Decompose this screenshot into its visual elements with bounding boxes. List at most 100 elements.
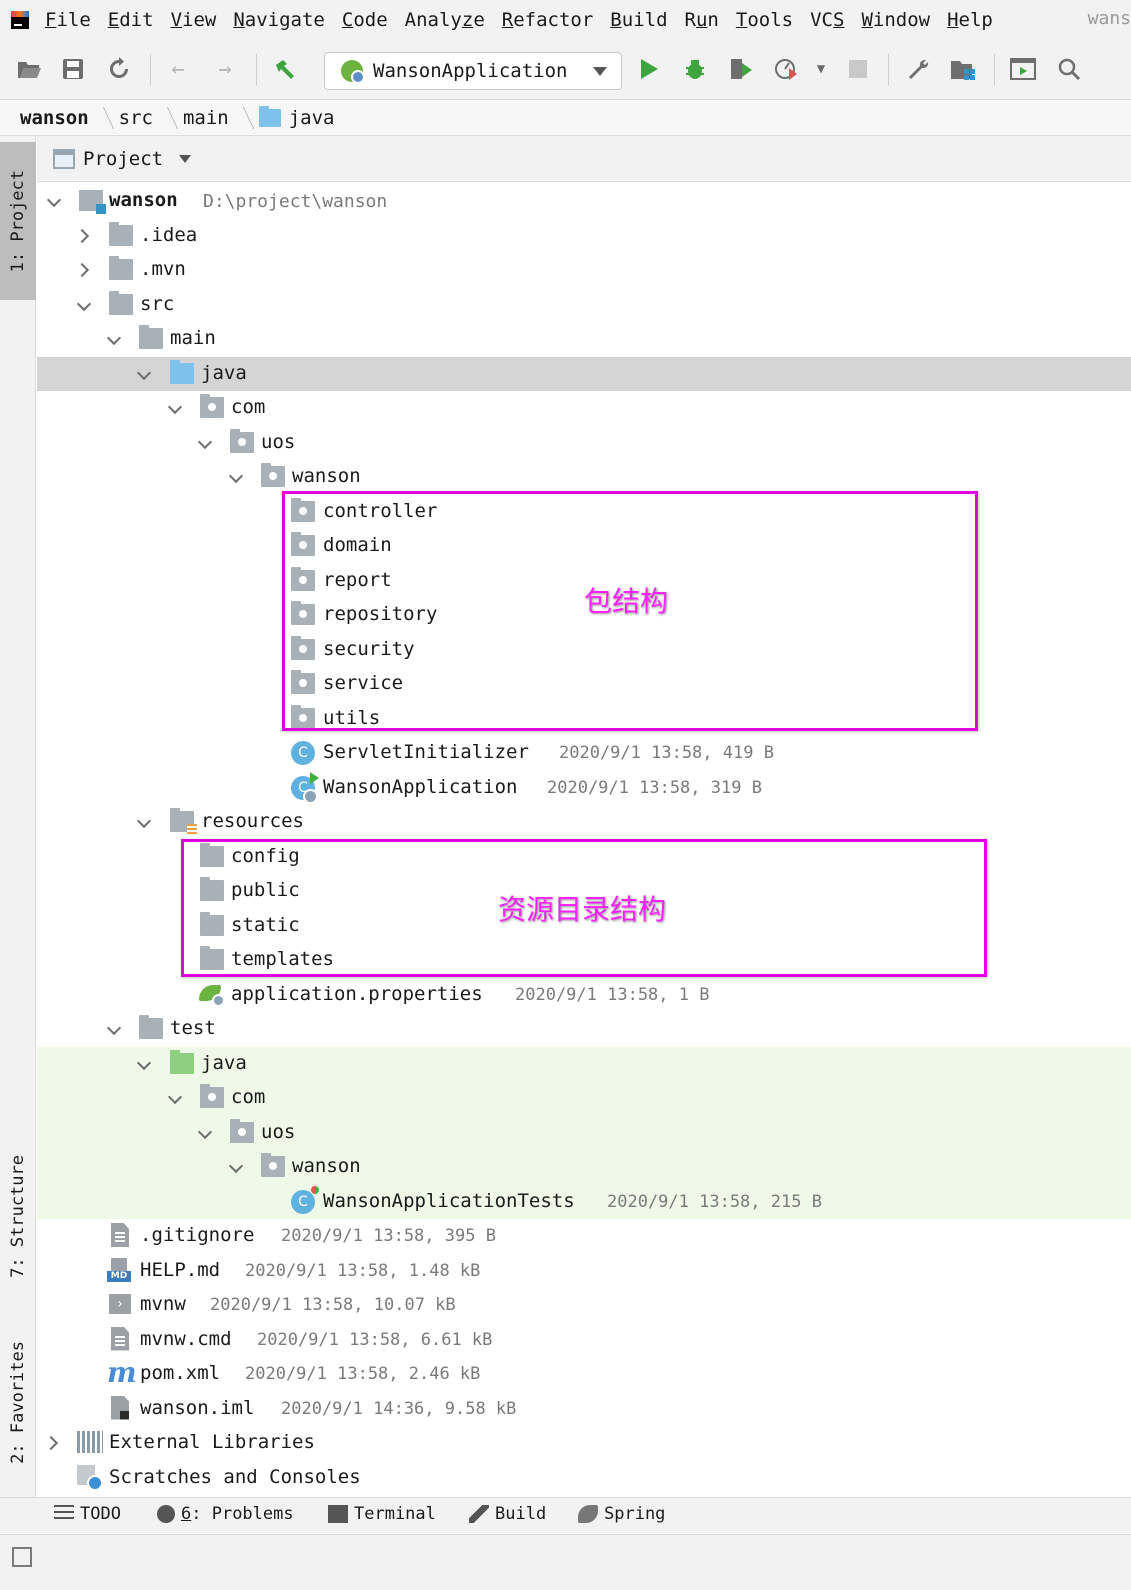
- profile-icon[interactable]: [772, 54, 802, 84]
- menu-vcs[interactable]: VCS: [810, 9, 844, 31]
- tree-row-file[interactable]: MD HELP.md 2020/9/1 13:58, 1.48 kB: [37, 1254, 1131, 1289]
- tree-row-scratches[interactable]: Scratches and Consoles: [37, 1461, 1131, 1496]
- expanded-arrow-icon[interactable]: [108, 1023, 120, 1035]
- collapsed-arrow-icon[interactable]: [46, 1437, 58, 1449]
- project-view-icon: [53, 148, 75, 169]
- back-icon[interactable]: ←: [163, 54, 193, 84]
- spring-boot-application-icon: C: [291, 771, 319, 804]
- menu-view[interactable]: View: [171, 9, 217, 31]
- tab-favorites[interactable]: 2: Favorites: [0, 1322, 36, 1482]
- project-panel-header[interactable]: Project: [37, 136, 1131, 182]
- tab-todo[interactable]: TODO: [54, 1504, 121, 1524]
- tree-row-tests-class[interactable]: C WansonApplicationTests 2020/9/1 13:58,…: [37, 1184, 1131, 1219]
- tab-terminal[interactable]: Terminal: [328, 1504, 436, 1524]
- menu-tools[interactable]: Tools: [736, 9, 793, 31]
- tree-row-test-uos[interactable]: uos: [37, 1115, 1131, 1150]
- tree-row-external-libraries[interactable]: External Libraries: [37, 1426, 1131, 1461]
- forward-icon[interactable]: →: [210, 54, 240, 84]
- tree-row-file[interactable]: m pom.xml 2020/9/1 13:58, 2.46 kB: [37, 1357, 1131, 1392]
- project-structure-icon[interactable]: [949, 54, 979, 84]
- breadcrumb-item-java[interactable]: java: [258, 105, 335, 129]
- save-icon[interactable]: [58, 54, 88, 84]
- breadcrumb-item-main[interactable]: main: [183, 107, 229, 129]
- tree-row-wanson-application[interactable]: C WansonApplication 2020/9/1 13:58, 319 …: [37, 771, 1131, 806]
- expanded-arrow-icon[interactable]: [169, 402, 181, 414]
- menu-help[interactable]: Help: [947, 9, 993, 31]
- tab-project[interactable]: 1: Project: [0, 142, 36, 300]
- tree-row-application-properties[interactable]: application.properties 2020/9/1 13:58, 1…: [37, 978, 1131, 1013]
- expanded-arrow-icon[interactable]: [230, 471, 242, 483]
- coverage-icon[interactable]: [726, 54, 756, 84]
- tree-row-file[interactable]: wanson.iml 2020/9/1 14:36, 9.58 kB: [37, 1392, 1131, 1427]
- search-icon[interactable]: [1054, 54, 1084, 84]
- expanded-arrow-icon[interactable]: [230, 1161, 242, 1173]
- tree-row-test[interactable]: test: [37, 1012, 1131, 1047]
- run-icon[interactable]: [634, 54, 664, 84]
- tree-row-root[interactable]: wanson D:\project\wanson: [37, 184, 1131, 219]
- collapsed-arrow-icon[interactable]: [77, 264, 89, 276]
- tree-row-main[interactable]: main: [37, 322, 1131, 357]
- settings-icon[interactable]: [903, 54, 933, 84]
- menu-refactor[interactable]: Refactor: [502, 9, 594, 31]
- tree-row-servlet-initializer[interactable]: C ServletInitializer 2020/9/1 13:58, 419…: [37, 736, 1131, 771]
- expanded-arrow-icon[interactable]: [199, 437, 211, 449]
- chevron-down-icon[interactable]: ▼: [806, 54, 836, 84]
- menu-build[interactable]: Build: [610, 9, 667, 31]
- build-hammer-icon[interactable]: [270, 54, 300, 84]
- tab-structure[interactable]: 7: Structure: [0, 1136, 36, 1296]
- tree-row-test-java[interactable]: java: [37, 1046, 1131, 1081]
- tree-row-file[interactable]: .gitignore 2020/9/1 13:58, 395 B: [37, 1219, 1131, 1254]
- tree-row-src[interactable]: src: [37, 288, 1131, 323]
- run-configuration-selector[interactable]: WansonApplication: [324, 52, 622, 90]
- tree-row-wanson-package[interactable]: wanson: [37, 460, 1131, 495]
- menu-edit[interactable]: Edit: [108, 9, 154, 31]
- collapsed-arrow-icon[interactable]: [77, 230, 89, 242]
- tree-row-java[interactable]: java: [37, 356, 1131, 391]
- tree-row-uos[interactable]: uos: [37, 426, 1131, 461]
- tab-spring[interactable]: Spring: [578, 1504, 665, 1524]
- expanded-arrow-icon[interactable]: [199, 1127, 211, 1139]
- menu-code[interactable]: Code: [342, 9, 388, 31]
- menu-run[interactable]: Run: [685, 9, 719, 31]
- menu-analyze[interactable]: Analyze: [405, 9, 485, 31]
- toolbar-separator: [150, 54, 151, 86]
- expanded-arrow-icon[interactable]: [138, 1058, 150, 1070]
- chevron-down-icon[interactable]: [179, 154, 192, 163]
- expanded-arrow-icon[interactable]: [108, 333, 120, 345]
- source-folder-icon: [258, 105, 281, 127]
- toolbar-separator: [256, 54, 257, 86]
- presentation-icon[interactable]: [1008, 54, 1038, 84]
- open-icon[interactable]: [14, 54, 44, 84]
- menu-navigate[interactable]: Navigate: [233, 9, 325, 31]
- package-structure-label: 包结构: [584, 585, 669, 618]
- breadcrumb-item-wanson[interactable]: wanson: [20, 107, 89, 129]
- tree-row-mvn[interactable]: .mvn: [37, 253, 1131, 288]
- expanded-arrow-icon[interactable]: [138, 368, 150, 380]
- intellij-logo-icon: [11, 11, 29, 29]
- tree-row-file[interactable]: mvnw.cmd 2020/9/1 13:58, 6.61 kB: [37, 1323, 1131, 1358]
- debug-icon[interactable]: [680, 54, 710, 84]
- menu-file[interactable]: File: [45, 9, 91, 31]
- folder-icon: [139, 325, 163, 349]
- run-configuration-label: WansonApplication: [373, 60, 568, 82]
- expanded-arrow-icon[interactable]: [138, 816, 150, 828]
- sync-icon[interactable]: [104, 54, 134, 84]
- expanded-arrow-icon[interactable]: [48, 195, 60, 207]
- expanded-arrow-icon[interactable]: [78, 299, 90, 311]
- tab-problems[interactable]: 6: Problems: [157, 1504, 294, 1524]
- spring-properties-icon: [199, 983, 225, 1007]
- breadcrumb-item-src[interactable]: src: [119, 107, 153, 129]
- tool-windows-toggle-icon[interactable]: [12, 1547, 32, 1567]
- tree-row-resources[interactable]: resources: [37, 805, 1131, 840]
- tree-row-test-com[interactable]: com: [37, 1081, 1131, 1116]
- tree-row-com[interactable]: com: [37, 391, 1131, 426]
- tab-build[interactable]: Build: [469, 1504, 546, 1524]
- java-class-icon: C: [291, 741, 315, 765]
- stop-icon[interactable]: [843, 54, 873, 84]
- main-toolbar: ← → WansonApplication ▼: [0, 40, 1131, 100]
- tree-row-file[interactable]: › mvnw 2020/9/1 13:58, 10.07 kB: [37, 1288, 1131, 1323]
- expanded-arrow-icon[interactable]: [169, 1092, 181, 1104]
- tree-row-idea[interactable]: .idea: [37, 219, 1131, 254]
- tree-row-test-wanson[interactable]: wanson: [37, 1150, 1131, 1185]
- menu-window[interactable]: Window: [861, 9, 930, 31]
